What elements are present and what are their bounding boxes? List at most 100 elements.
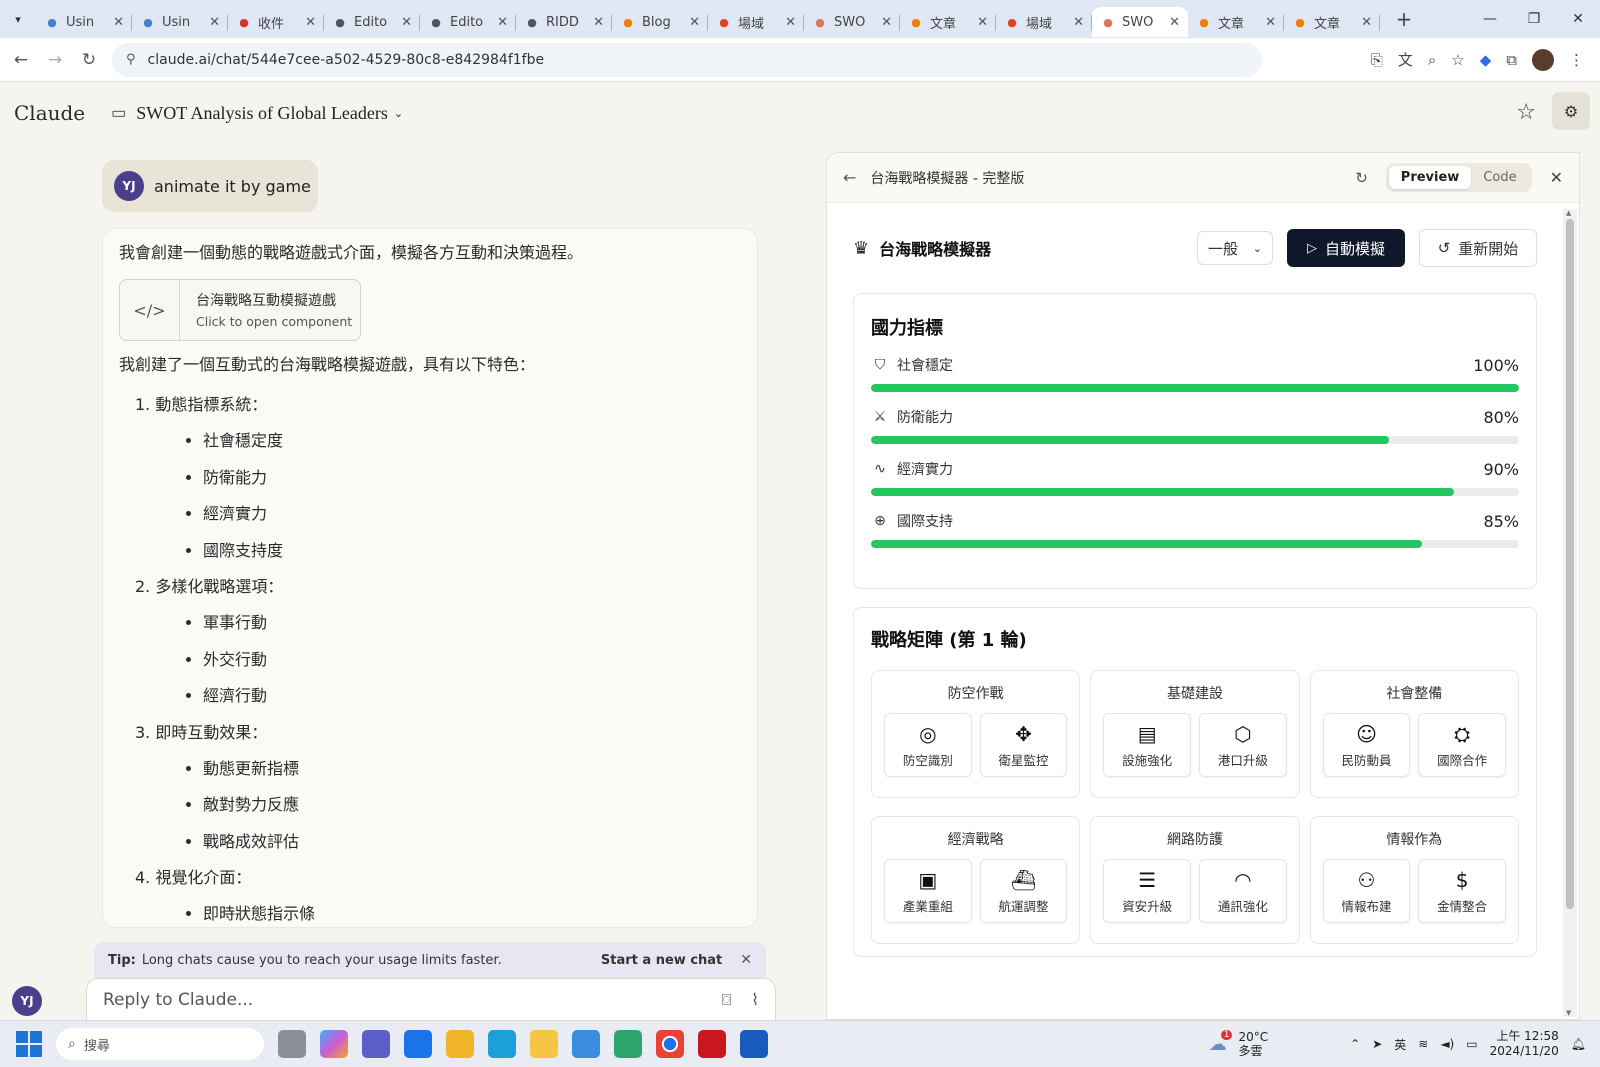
word-icon[interactable] [740,1030,768,1058]
minimize-icon[interactable]: — [1468,11,1512,27]
back-icon[interactable]: ← [4,50,38,70]
maximize-icon[interactable]: ❐ [1512,11,1556,27]
close-window-icon[interactable]: ✕ [1556,11,1600,27]
new-tab-button[interactable]: + [1392,7,1416,31]
clock[interactable]: 上午 12:58 2024/11/20 [1490,1029,1559,1059]
attach-icon[interactable]: ⌇ [751,990,759,1010]
close-tip-icon[interactable]: ✕ [740,952,752,968]
browser-menu-icon[interactable]: ⋮ [1569,51,1584,69]
reload-icon[interactable]: ↻ [72,50,106,70]
close-tab-icon[interactable]: ✕ [977,15,988,30]
browser-tab[interactable]: ● Edito ✕ [324,7,420,37]
claude-logo[interactable]: Claude [14,101,85,125]
profile-avatar[interactable] [1532,48,1554,71]
notepad-icon[interactable] [572,1030,600,1058]
auto-simulate-button[interactable]: ▷ 自動模擬 [1287,229,1405,267]
close-panel-icon[interactable]: ✕ [1550,168,1563,187]
strategy-action-button[interactable]: ▣ 產業重組 [884,859,972,923]
close-tab-icon[interactable]: ✕ [1361,15,1372,30]
browser-tab[interactable]: ● SWO ✕ [804,7,900,37]
close-tab-icon[interactable]: ✕ [209,15,220,30]
chat-title-dropdown[interactable]: ▭ SWOT Analysis of Global Leaders ⌄ [111,103,403,124]
close-tab-icon[interactable]: ✕ [1265,15,1276,30]
browser-tab[interactable]: ● 場域 ✕ [708,7,804,37]
close-tab-icon[interactable]: ✕ [881,15,892,30]
zoom-icon[interactable]: ⌕ [1428,51,1436,69]
browser-tab[interactable]: ● Blog ✕ [612,7,708,37]
close-tab-icon[interactable]: ✕ [1169,15,1180,30]
difficulty-select[interactable]: 一般 ⌄ [1197,231,1273,265]
notification-bell-icon[interactable]: 🔔︎ [1571,1037,1586,1051]
maps-icon[interactable] [614,1030,642,1058]
start-new-chat-link[interactable]: Start a new chat [601,953,722,968]
close-tab-icon[interactable]: ✕ [593,15,604,30]
tab-code[interactable]: Code [1471,166,1528,189]
browser-tab[interactable]: ● 文章 ✕ [1284,7,1380,37]
browser-tab[interactable]: ● Usin ✕ [132,7,228,37]
strategy-action-button[interactable]: ☺ 民防動員 [1322,713,1411,777]
strategy-action-button[interactable]: $ 金情整合 [1418,859,1506,923]
browser-tab[interactable]: ● SWO ✕ [1092,7,1188,37]
close-tab-icon[interactable]: ✕ [305,15,316,30]
camera-icon[interactable]: ⌼ [722,990,732,1010]
edge-icon[interactable] [488,1030,516,1058]
forward-icon[interactable]: → [38,50,72,70]
strategy-action-button[interactable]: ◎ 防空識別 [884,713,972,777]
chrome-icon[interactable] [656,1030,684,1058]
install-app-icon[interactable]: ⎘ [1371,51,1383,69]
weather-widget[interactable]: ☁ 1 20°C 多雲 [1209,1030,1268,1058]
extensions-puzzle-icon[interactable]: ⧉ [1506,51,1517,69]
volume-icon[interactable]: ◄) [1440,1037,1454,1051]
account-avatar[interactable]: YJ [12,986,42,1016]
strategy-action-button[interactable]: ◠ 通訊強化 [1199,859,1287,923]
bookmark-star-icon[interactable]: ☆ [1451,51,1464,69]
ime-indicator[interactable]: 英 [1394,1036,1406,1053]
strategy-action-button[interactable]: ✥ 衛星監控 [979,713,1068,777]
scrollbar-thumb[interactable] [1566,219,1574,909]
acrobat-icon[interactable] [698,1030,726,1058]
strategy-action-button[interactable]: ⚇ 情報布建 [1322,859,1411,923]
browser-tab[interactable]: ● Usin ✕ [36,7,132,37]
chevron-up-icon[interactable]: ⌃ [1350,1037,1360,1051]
strategy-action-button[interactable]: ⬡ 港口升級 [1199,713,1287,777]
scroll-down-icon[interactable]: ▼ [1566,1009,1571,1017]
file-explorer-icon[interactable] [530,1030,558,1058]
url-field[interactable]: ⚲ claude.ai/chat/544e7cee-a502-4529-80c8… [112,42,1262,77]
tab-preview[interactable]: Preview [1388,166,1472,189]
translate-icon[interactable]: 文 [1398,49,1413,70]
windows-start-icon[interactable] [16,1031,42,1057]
close-tab-icon[interactable]: ✕ [1073,15,1084,30]
artifact-card[interactable]: </> 台海戰略互動模擬遊戲 Click to open component [119,279,361,341]
strategy-action-button[interactable]: ⛭ 國際合作 [1418,713,1506,777]
star-chat-icon[interactable]: ☆ [1516,100,1536,125]
taskbar-search[interactable]: ⌕ 搜尋 [56,1028,264,1060]
restart-button[interactable]: ↺ 重新開始 [1419,229,1537,267]
strategy-action-button[interactable]: ☰ 資安升級 [1103,859,1191,923]
mail-icon[interactable] [404,1030,432,1058]
strategy-action-button[interactable]: ▤ 設施強化 [1103,713,1191,777]
back-arrow-icon[interactable]: ← [843,168,856,187]
close-tab-icon[interactable]: ✕ [785,15,796,30]
refresh-icon[interactable]: ↻ [1355,169,1368,187]
task-view-icon[interactable] [278,1030,306,1058]
close-tab-icon[interactable]: ✕ [689,15,700,30]
browser-tab[interactable]: ● 文章 ✕ [1188,7,1284,37]
wifi-icon[interactable]: ≋ [1418,1037,1428,1051]
close-tab-icon[interactable]: ✕ [497,15,508,30]
chat-settings-icon[interactable]: ⚙ [1552,92,1590,130]
battery-icon[interactable]: ▭ [1466,1037,1477,1051]
store-icon[interactable] [446,1030,474,1058]
extension-diamond-icon[interactable]: ◆ [1480,51,1492,69]
browser-tab[interactable]: ● 收件 ✕ [228,7,324,37]
location-icon[interactable]: ➤ [1372,1037,1382,1051]
panel-scrollbar[interactable]: ▲ ▼ [1563,209,1577,1017]
scroll-up-icon[interactable]: ▲ [1566,209,1571,217]
close-tab-icon[interactable]: ✕ [113,15,124,30]
browser-tab[interactable]: ● RIDD ✕ [516,7,612,37]
browser-tab[interactable]: ● 場域 ✕ [996,7,1092,37]
browser-tab[interactable]: ● Edito ✕ [420,7,516,37]
browser-tab[interactable]: ● 文章 ✕ [900,7,996,37]
teams-icon[interactable] [362,1030,390,1058]
site-info-icon[interactable]: ⚲ [126,52,136,67]
close-tab-icon[interactable]: ✕ [401,15,412,30]
